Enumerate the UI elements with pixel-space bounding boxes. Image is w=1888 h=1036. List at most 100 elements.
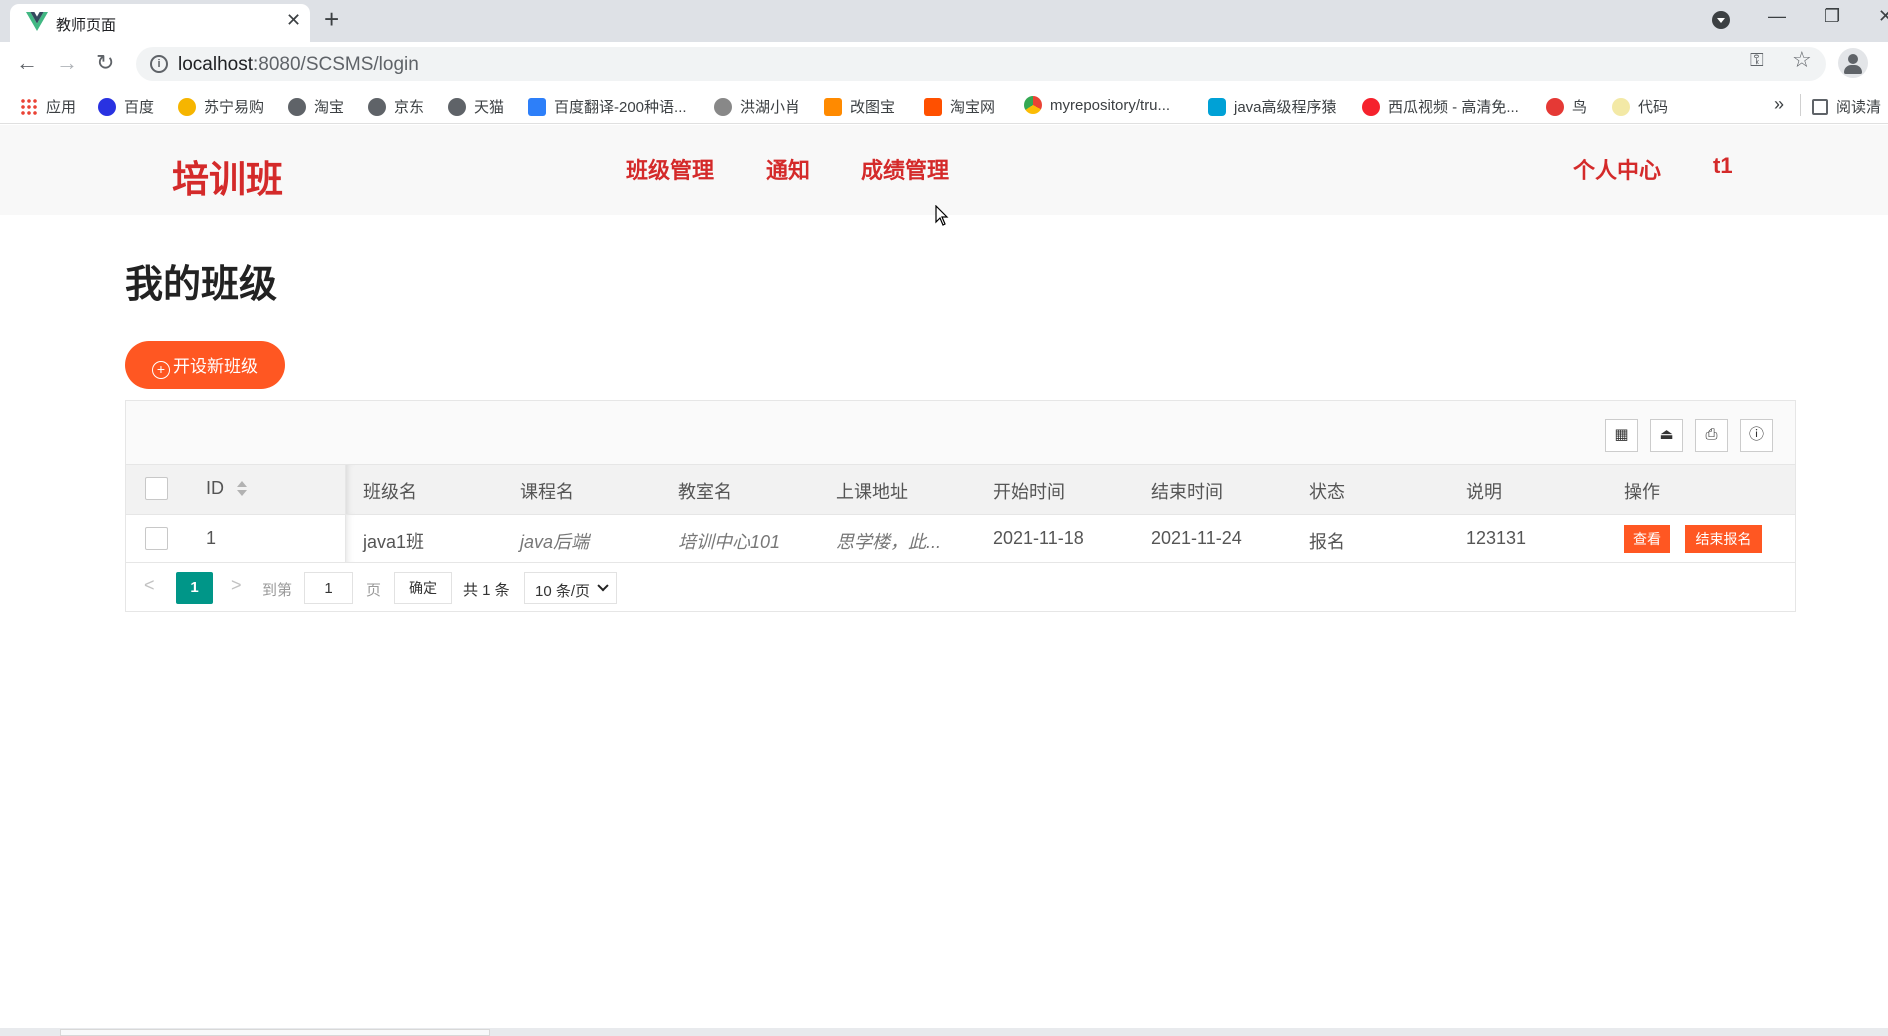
bookmark-item[interactable]: 淘宝网: [924, 96, 995, 117]
bookmark-item[interactable]: 淘宝: [288, 96, 344, 117]
export-icon[interactable]: ⏏: [1650, 419, 1683, 452]
bilibili-icon: [1208, 98, 1226, 116]
header-course-name: 课程名: [520, 482, 574, 502]
key-icon[interactable]: ⚿: [1750, 50, 1764, 71]
globe-icon: [448, 98, 466, 116]
site-info-icon[interactable]: i: [150, 55, 168, 73]
site-header: 培训班 班级管理 通知 成绩管理 个人中心 t1: [0, 125, 1888, 215]
mouse-cursor-icon: [935, 205, 949, 226]
code-icon: [1612, 98, 1630, 116]
reload-icon[interactable]: ↻: [96, 50, 114, 76]
fixed-column-divider: [345, 465, 355, 514]
goto-label: 到第: [262, 582, 293, 599]
end-enrollment-button[interactable]: 结束报名: [1685, 525, 1762, 553]
table-toolbar: ▦ ⏏ ⎙ ⓘ: [126, 401, 1795, 465]
bookmark-item[interactable]: 天猫: [448, 96, 504, 117]
bookmark-item[interactable]: 百度: [98, 96, 154, 117]
columns-icon[interactable]: ▦: [1605, 419, 1638, 452]
cell-end-time: 2021-11-24: [1151, 528, 1242, 548]
info-icon[interactable]: ⓘ: [1740, 419, 1773, 452]
goto-confirm-button[interactable]: 确定: [394, 572, 452, 604]
pagination: < 1 > 到第 页 确定 共 1 条 10 条/页: [126, 563, 1795, 611]
bookmarks-divider: [1800, 94, 1801, 116]
page-1[interactable]: 1: [176, 572, 213, 604]
cell-status: 报名: [1309, 532, 1345, 552]
header-classroom: 教室名: [678, 482, 732, 502]
bookmark-item[interactable]: 鸟: [1546, 96, 1587, 117]
plus-circle-icon: +: [152, 360, 170, 379]
cell-description: 123131: [1466, 528, 1527, 548]
nav-score-management[interactable]: 成绩管理: [861, 153, 949, 185]
header-class-name: 班级名: [363, 482, 417, 502]
cell-class-name: java1班: [363, 532, 425, 552]
scrollbar-thumb[interactable]: [60, 1029, 490, 1036]
header-id[interactable]: ID: [206, 478, 224, 499]
header-start-time: 开始时间: [993, 482, 1065, 502]
bookmark-item[interactable]: 应用: [20, 96, 76, 117]
prev-page-icon[interactable]: <: [144, 575, 155, 596]
baidu-paw-icon: [98, 98, 116, 116]
bookmark-item[interactable]: myrepository/tru...: [1024, 96, 1170, 114]
globe-icon: [368, 98, 386, 116]
header-status: 状态: [1309, 482, 1345, 502]
restore-icon[interactable]: ❐: [1824, 6, 1840, 27]
bird2-icon: [1546, 98, 1564, 116]
nav-username[interactable]: t1: [1713, 153, 1733, 179]
bookmarks-more-icon[interactable]: »: [1774, 94, 1784, 115]
minimize-icon[interactable]: —: [1768, 6, 1786, 27]
bookmark-item[interactable]: 代码: [1612, 96, 1668, 117]
table-header: ID 班级名 课程名 教室名 上课地址 开始时间 结束时间 状态 说明 操作: [126, 465, 1795, 515]
bookmarks-bar: 应用 百度 苏宁易购 淘宝 京东 天猫 百度翻译-200种语... 洪湖小肖 改…: [0, 86, 1888, 124]
nav-class-management[interactable]: 班级管理: [626, 153, 714, 185]
cell-id: 1: [206, 528, 217, 548]
url-text[interactable]: localhost:8080/SCSMS/login: [178, 54, 419, 76]
bookmark-item[interactable]: java高级程序猿: [1208, 96, 1337, 117]
header-address: 上课地址: [836, 482, 908, 502]
gaitubao-icon: [824, 98, 842, 116]
new-class-button[interactable]: + 开设新班级: [125, 341, 285, 389]
next-page-icon[interactable]: >: [231, 575, 242, 596]
bookmark-star-icon[interactable]: ☆: [1792, 47, 1812, 73]
browser-tab[interactable]: 教师页面 ✕: [10, 4, 310, 42]
tab-close-icon[interactable]: ✕: [286, 10, 301, 31]
nav-personal-center[interactable]: 个人中心: [1573, 153, 1661, 185]
bookmark-item[interactable]: 改图宝: [824, 96, 895, 117]
print-icon[interactable]: ⎙: [1695, 419, 1728, 452]
bookmark-item[interactable]: 百度翻译-200种语...: [528, 96, 687, 117]
view-button[interactable]: 查看: [1624, 525, 1670, 553]
bookmark-item[interactable]: 苏宁易购: [178, 96, 264, 117]
browser-tab-strip: 教师页面 ✕ + — ❐ ✕: [0, 0, 1888, 42]
taobao-icon: [924, 98, 942, 116]
site-logo[interactable]: 培训班: [172, 149, 283, 203]
bookmark-item[interactable]: 西瓜视频 - 高清免...: [1362, 96, 1519, 117]
cell-address: 思学楼，此...: [836, 532, 942, 552]
forward-icon[interactable]: →: [56, 50, 78, 76]
profile-avatar[interactable]: [1838, 48, 1868, 78]
address-bar[interactable]: i localhost:8080/SCSMS/login: [136, 47, 1826, 81]
bookmark-item[interactable]: 洪湖小肖: [714, 96, 800, 117]
table-row[interactable]: 1 java1班 java后端 培训中心101 思学楼，此... 2021-11…: [126, 515, 1795, 563]
reading-list[interactable]: 阅读清: [1812, 96, 1881, 117]
header-end-time: 结束时间: [1151, 482, 1223, 502]
new-tab-icon[interactable]: +: [324, 4, 339, 35]
bookmark-item[interactable]: 京东: [368, 96, 424, 117]
row-checkbox[interactable]: [145, 527, 168, 550]
total-count: 共 1 条: [463, 582, 510, 599]
chrome-icon: [1024, 96, 1042, 114]
apps-grid-icon: [20, 98, 38, 116]
page-title: 我的班级: [125, 264, 278, 306]
xigua-icon: [1362, 98, 1380, 116]
nav-notice[interactable]: 通知: [766, 153, 810, 185]
cell-course-name: java后端: [520, 532, 590, 552]
vue-logo-icon: [26, 12, 48, 31]
goto-page-input[interactable]: [304, 572, 353, 604]
window-close-icon[interactable]: ✕: [1878, 6, 1888, 27]
page-size-select[interactable]: 10 条/页: [524, 572, 617, 604]
back-icon[interactable]: ←: [16, 50, 38, 76]
bird-icon: [714, 98, 732, 116]
sort-icon[interactable]: [236, 480, 248, 500]
tab-search-icon[interactable]: [1712, 11, 1730, 29]
suning-icon: [178, 98, 196, 116]
select-all-checkbox[interactable]: [145, 477, 168, 500]
translate-icon: [528, 98, 546, 116]
